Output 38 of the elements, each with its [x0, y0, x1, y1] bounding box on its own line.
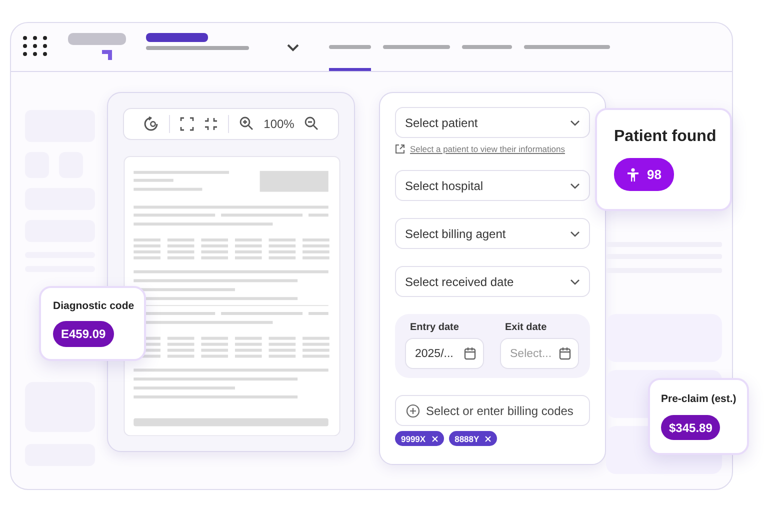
title-placeholder	[146, 33, 208, 42]
person-icon	[627, 168, 639, 182]
rotate-icon[interactable]	[142, 116, 159, 132]
close-icon[interactable]	[432, 436, 438, 442]
value-badge: $345.89	[661, 415, 720, 440]
exit-fullscreen-icon[interactable]	[204, 116, 218, 131]
dropdown-select[interactable]: Select billing agent	[395, 218, 590, 249]
entry-date-label: Entry date	[409, 322, 460, 333]
patient-select[interactable]: Select patient	[395, 107, 590, 138]
tag-label: 8888Y	[454, 434, 480, 444]
card-title: Diagnostic code	[53, 300, 134, 312]
zoom-out-icon[interactable]	[304, 116, 320, 132]
exit-date-label: Exit date	[504, 322, 548, 333]
chevron-down-icon	[570, 278, 580, 284]
close-icon[interactable]	[485, 436, 492, 442]
card-title: Patient found	[614, 128, 716, 146]
chevron-down-icon	[570, 182, 580, 188]
apps-grid-icon[interactable]	[23, 36, 47, 56]
chevron-down-icon[interactable]	[287, 44, 299, 52]
billing-codes-field[interactable]: Select or enter billing codes	[395, 395, 590, 426]
chevron-down-icon	[570, 230, 580, 236]
card-title: Pre-claim (est.)	[661, 393, 736, 405]
tag-label: 9999X	[401, 434, 426, 444]
dropdown-select[interactable]: Select received date	[395, 266, 590, 297]
plus-circle-icon	[406, 404, 420, 418]
fullscreen-icon[interactable]	[180, 116, 194, 131]
patient-info-link[interactable]: Select a patient to view their informations	[410, 144, 565, 154]
external-link-icon	[395, 144, 405, 154]
logo-drawing	[68, 33, 128, 61]
calendar-icon	[464, 347, 476, 360]
value-badge: E459.09	[53, 321, 114, 347]
zoom-level: 100%	[264, 116, 294, 131]
calendar-icon	[559, 347, 571, 360]
patient-count-badge: 98	[614, 158, 674, 191]
chevron-down-icon	[570, 120, 580, 126]
zoom-in-icon[interactable]	[238, 116, 254, 132]
dropdown-select[interactable]: Select hospital	[395, 170, 590, 201]
entry-date-field[interactable]: 2025/...	[405, 338, 484, 369]
